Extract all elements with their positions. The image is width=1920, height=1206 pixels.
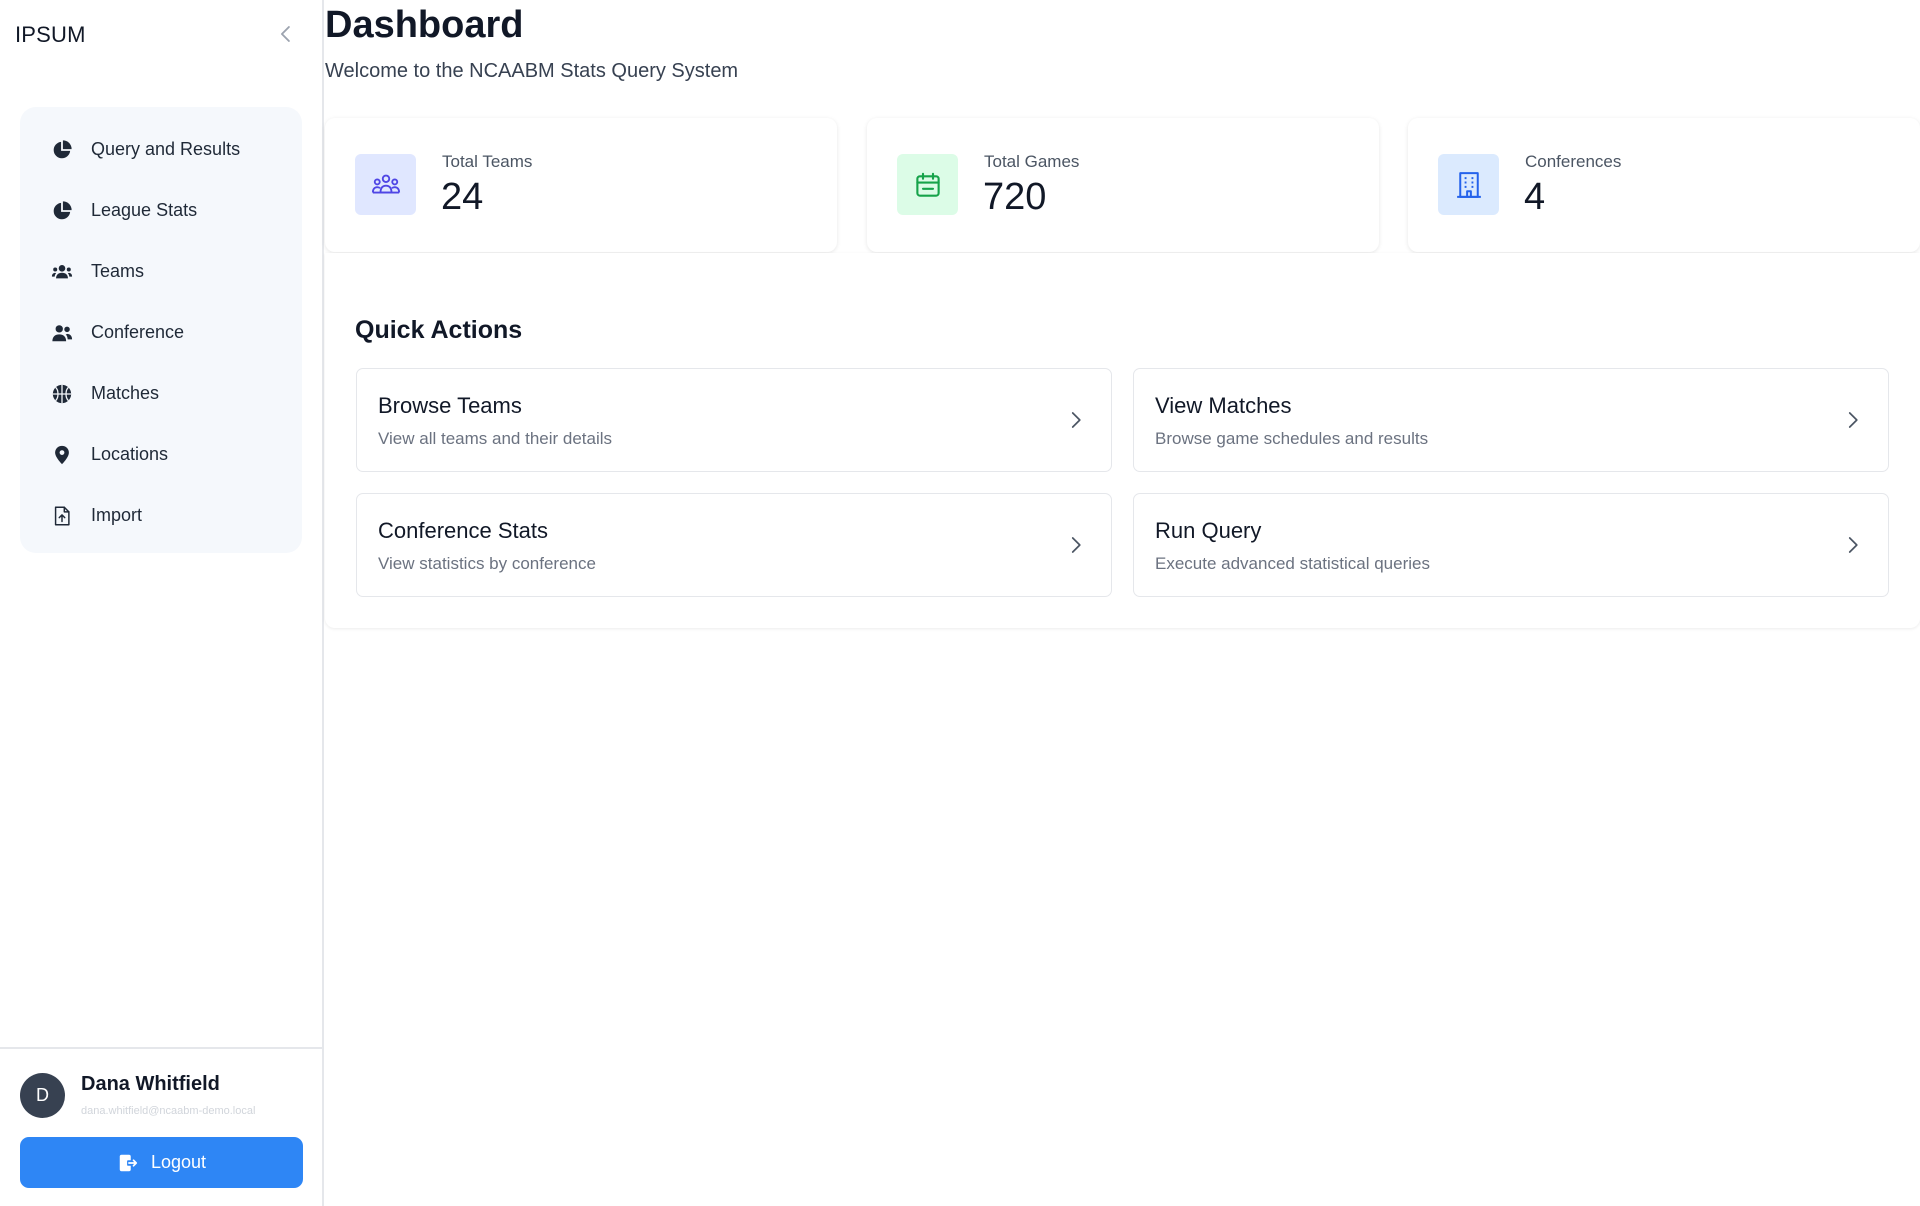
sidebar-item-conference[interactable]: Conference (20, 302, 302, 363)
quick-actions-title: Quick Actions (355, 316, 523, 344)
stat-value: 24 (441, 176, 484, 218)
action-view-matches[interactable]: View Matches Browse game schedules and r… (1133, 368, 1889, 472)
sidebar-item-league-stats[interactable]: League Stats (20, 180, 302, 241)
page-title: Dashboard (325, 4, 524, 46)
users-icon (50, 260, 74, 284)
calendar-icon (915, 172, 940, 197)
action-title: Conference Stats (378, 518, 548, 543)
sidebar-item-label: Query and Results (91, 139, 241, 159)
user-name: Dana Whitfield (81, 1073, 220, 1095)
action-description: Browse game schedules and results (1155, 429, 1429, 448)
sidebar-item-matches[interactable]: Matches (20, 363, 302, 424)
team-icon (371, 174, 400, 193)
sidebar-nav: Query and Results League Stats Teams Con… (20, 107, 302, 553)
chevron-right-icon (1063, 407, 1089, 433)
user-profile: D Dana Whitfield dana.whitfield@ncaabm-d… (0, 1047, 322, 1206)
sidebar-item-teams[interactable]: Teams (20, 241, 302, 302)
sidebar-item-label: Locations (91, 444, 169, 464)
stat-label: Total Games (984, 152, 1080, 171)
sidebar-item-query-and-results[interactable]: Query and Results (20, 119, 302, 180)
sidebar-item-label: League Stats (91, 200, 198, 220)
pie-chart-icon (50, 138, 74, 162)
page-subtitle: Welcome to the NCAABM Stats Query System (325, 60, 739, 82)
stat-value: 720 (983, 176, 1047, 218)
brand-logo: IPSUM (15, 22, 86, 47)
pie-chart-icon (50, 199, 74, 223)
sidebar: IPSUM Query and Results League Stats Tea… (0, 0, 324, 1206)
chevron-left-icon (280, 26, 290, 42)
stat-icon-box (897, 154, 958, 215)
sidebar-item-locations[interactable]: Locations (20, 424, 302, 485)
action-title: View Matches (1155, 393, 1292, 418)
chevron-right-icon (1840, 532, 1866, 558)
chevron-right-icon (1063, 532, 1089, 558)
logout-button[interactable]: Logout (20, 1137, 303, 1188)
stat-card-total-games: Total Games 720 (867, 118, 1379, 252)
stat-label: Total Teams (442, 152, 533, 171)
stat-icon-box (1438, 154, 1499, 215)
chevron-right-icon (1840, 407, 1866, 433)
sidebar-header: IPSUM (0, 0, 322, 72)
basketball-icon (50, 382, 74, 406)
avatar: D (20, 1073, 65, 1118)
collapse-sidebar-button[interactable] (272, 20, 300, 48)
user-group-icon (50, 321, 74, 345)
action-browse-teams[interactable]: Browse Teams View all teams and their de… (356, 368, 1112, 472)
user-email: dana.whitfield@ncaabm-demo.local (81, 1105, 256, 1117)
sidebar-item-import[interactable]: Import (20, 485, 302, 546)
action-description: View statistics by conference (378, 554, 596, 573)
stat-icon-box (355, 154, 416, 215)
stat-card-conferences: Conferences 4 (1408, 118, 1920, 252)
map-pin-icon (50, 443, 74, 467)
sidebar-item-label: Matches (91, 383, 160, 403)
logout-label: Logout (150, 1152, 207, 1172)
action-description: Execute advanced statistical queries (1155, 554, 1430, 573)
stat-value: 4 (1524, 176, 1546, 218)
stat-label: Conferences (1525, 152, 1622, 171)
logout-icon (119, 1154, 138, 1171)
building-icon (1456, 171, 1481, 198)
sidebar-item-label: Import (91, 505, 143, 525)
file-upload-icon (50, 504, 74, 528)
stat-card-total-teams: Total Teams 24 (325, 118, 837, 252)
action-title: Run Query (1155, 518, 1262, 543)
action-description: View all teams and their details (378, 429, 613, 448)
action-run-query[interactable]: Run Query Execute advanced statistical q… (1133, 493, 1889, 597)
sidebar-item-label: Conference (91, 322, 185, 342)
sidebar-item-label: Teams (91, 261, 145, 281)
action-conference-stats[interactable]: Conference Stats View statistics by conf… (356, 493, 1112, 597)
action-title: Browse Teams (378, 393, 522, 418)
